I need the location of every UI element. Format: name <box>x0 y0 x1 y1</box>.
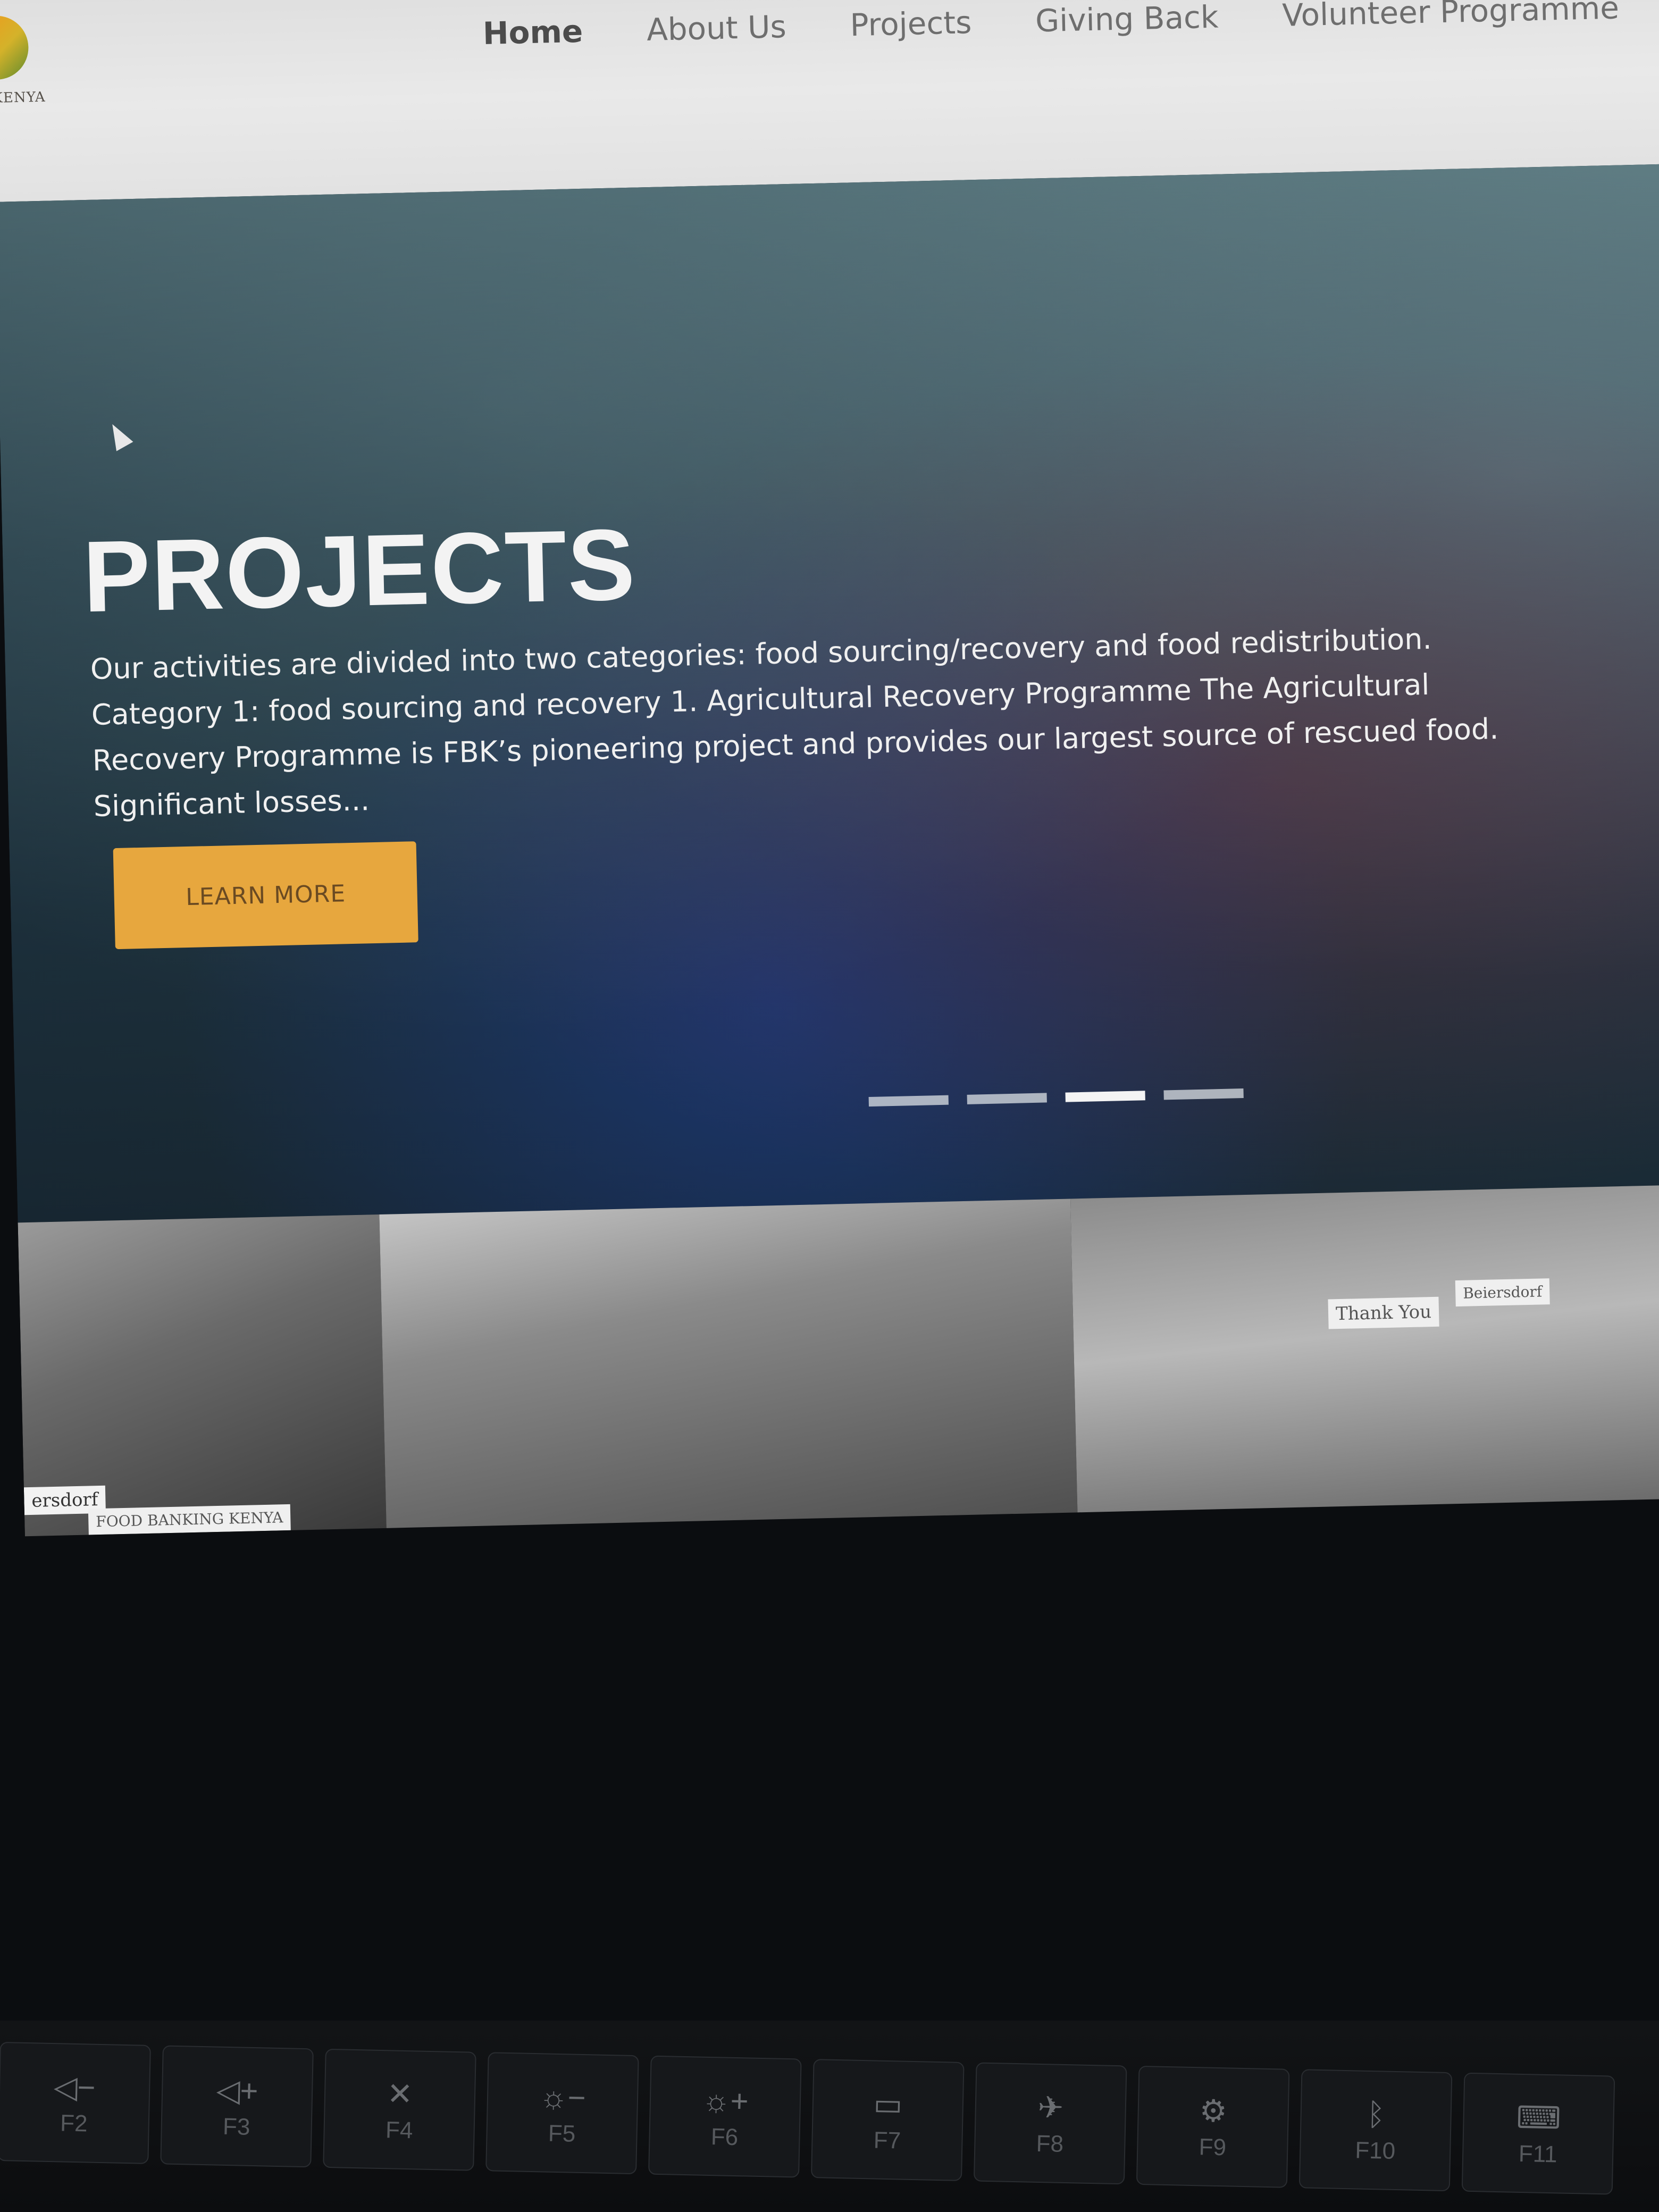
laptop-keyboard: ◁− F2 ◁+ F3 ✕ F4 ☼− F5 ☼+ F6 ▭ F7 ✈ F8 ⚙ F9 ᛒ F10… <box>0 2021 1659 2212</box>
mic-mute-icon: ✕ <box>387 2076 414 2112</box>
laptop-screen: KENYA Home About Us Projects Giving Back… <box>0 0 1659 1541</box>
gallery-image-food-distribution[interactable] <box>379 1199 1078 1528</box>
nav-item-home[interactable]: Home <box>482 13 583 52</box>
display-icon: ▭ <box>873 2087 903 2122</box>
settings-icon: ⚙ <box>1199 2093 1228 2129</box>
slider-dot[interactable] <box>1163 1088 1244 1100</box>
key-label: F2 <box>60 2110 88 2137</box>
gallery-image-children[interactable]: ersdorf FOOD BANKING KENYA <box>18 1214 387 1537</box>
hero-title: PROJECTS <box>81 508 638 634</box>
learn-more-button[interactable]: LEARN MORE <box>113 841 418 950</box>
keyboard-icon: ⌨ <box>1516 2100 1562 2136</box>
key-label: F9 <box>1199 2134 1227 2161</box>
nav-item-about-us[interactable]: About Us <box>646 9 786 48</box>
hero-slider: PROJECTS Our activities are divided into… <box>0 163 1659 1223</box>
logo-mark <box>0 15 29 80</box>
nav-item-volunteer-programme[interactable]: Volunteer Programme <box>1282 0 1620 33</box>
gallery-sign-thank-you: Thank You <box>1328 1296 1439 1329</box>
volume-up-icon: ◁+ <box>216 2073 259 2109</box>
airplane-icon: ✈ <box>1037 2090 1064 2125</box>
key-f2[interactable]: ◁− F2 <box>0 2042 151 2164</box>
key-label: F10 <box>1354 2136 1396 2164</box>
gallery-sign-beiersdorf: Beiersdorf <box>1455 1278 1550 1307</box>
key-f4[interactable]: ✕ F4 <box>323 2048 476 2171</box>
key-f7[interactable]: ▭ F7 <box>810 2059 965 2181</box>
key-label: F11 <box>1518 2140 1557 2168</box>
nav-item-projects[interactable]: Projects <box>850 4 972 43</box>
site-logo[interactable]: KENYA <box>0 4 52 132</box>
brightness-down-icon: ☼− <box>539 2079 586 2115</box>
slider-dot-active[interactable] <box>1065 1091 1145 1102</box>
key-f10[interactable]: ᛒ F10 <box>1298 2069 1453 2192</box>
nav-item-giving-back[interactable]: Giving Back <box>1035 0 1219 39</box>
slider-dot[interactable] <box>868 1095 949 1107</box>
key-f5[interactable]: ☼− F5 <box>485 2052 639 2175</box>
brightness-up-icon: ☼+ <box>701 2083 749 2118</box>
key-label: F7 <box>873 2127 901 2154</box>
key-f6[interactable]: ☼+ F6 <box>648 2055 802 2178</box>
key-label: F5 <box>548 2120 576 2147</box>
main-nav: Home About Us Projects Giving Back Volun… <box>482 0 1619 52</box>
slider-dot[interactable] <box>967 1093 1047 1104</box>
hero-description: Our activities are divided into two cate… <box>90 622 1499 823</box>
bluetooth-icon: ᛒ <box>1366 2097 1386 2132</box>
photo-gallery: ersdorf FOOD BANKING KENYA Thank You Bei… <box>18 1184 1659 1537</box>
key-f11[interactable]: ⌨ F11 <box>1461 2072 1615 2195</box>
key-label: F8 <box>1036 2130 1064 2157</box>
key-label: F4 <box>385 2117 413 2144</box>
logo-text: KENYA <box>0 89 46 106</box>
key-f3[interactable]: ◁+ F3 <box>160 2045 314 2168</box>
key-f9[interactable]: ⚙ F9 <box>1136 2065 1290 2188</box>
gallery-banner: FOOD BANKING KENYA <box>88 1504 291 1535</box>
key-label: F6 <box>710 2123 739 2150</box>
function-key-row: ◁− F2 ◁+ F3 ✕ F4 ☼− F5 ☼+ F6 ▭ F7 ✈ F8 ⚙ F9 ᛒ F10… <box>0 2042 1615 2195</box>
key-f8[interactable]: ✈ F8 <box>973 2062 1127 2185</box>
gallery-image-thank-you[interactable]: Thank You Beiersdorf <box>1070 1184 1659 1513</box>
key-label: F3 <box>222 2113 250 2140</box>
volume-down-icon: ◁− <box>53 2069 96 2105</box>
